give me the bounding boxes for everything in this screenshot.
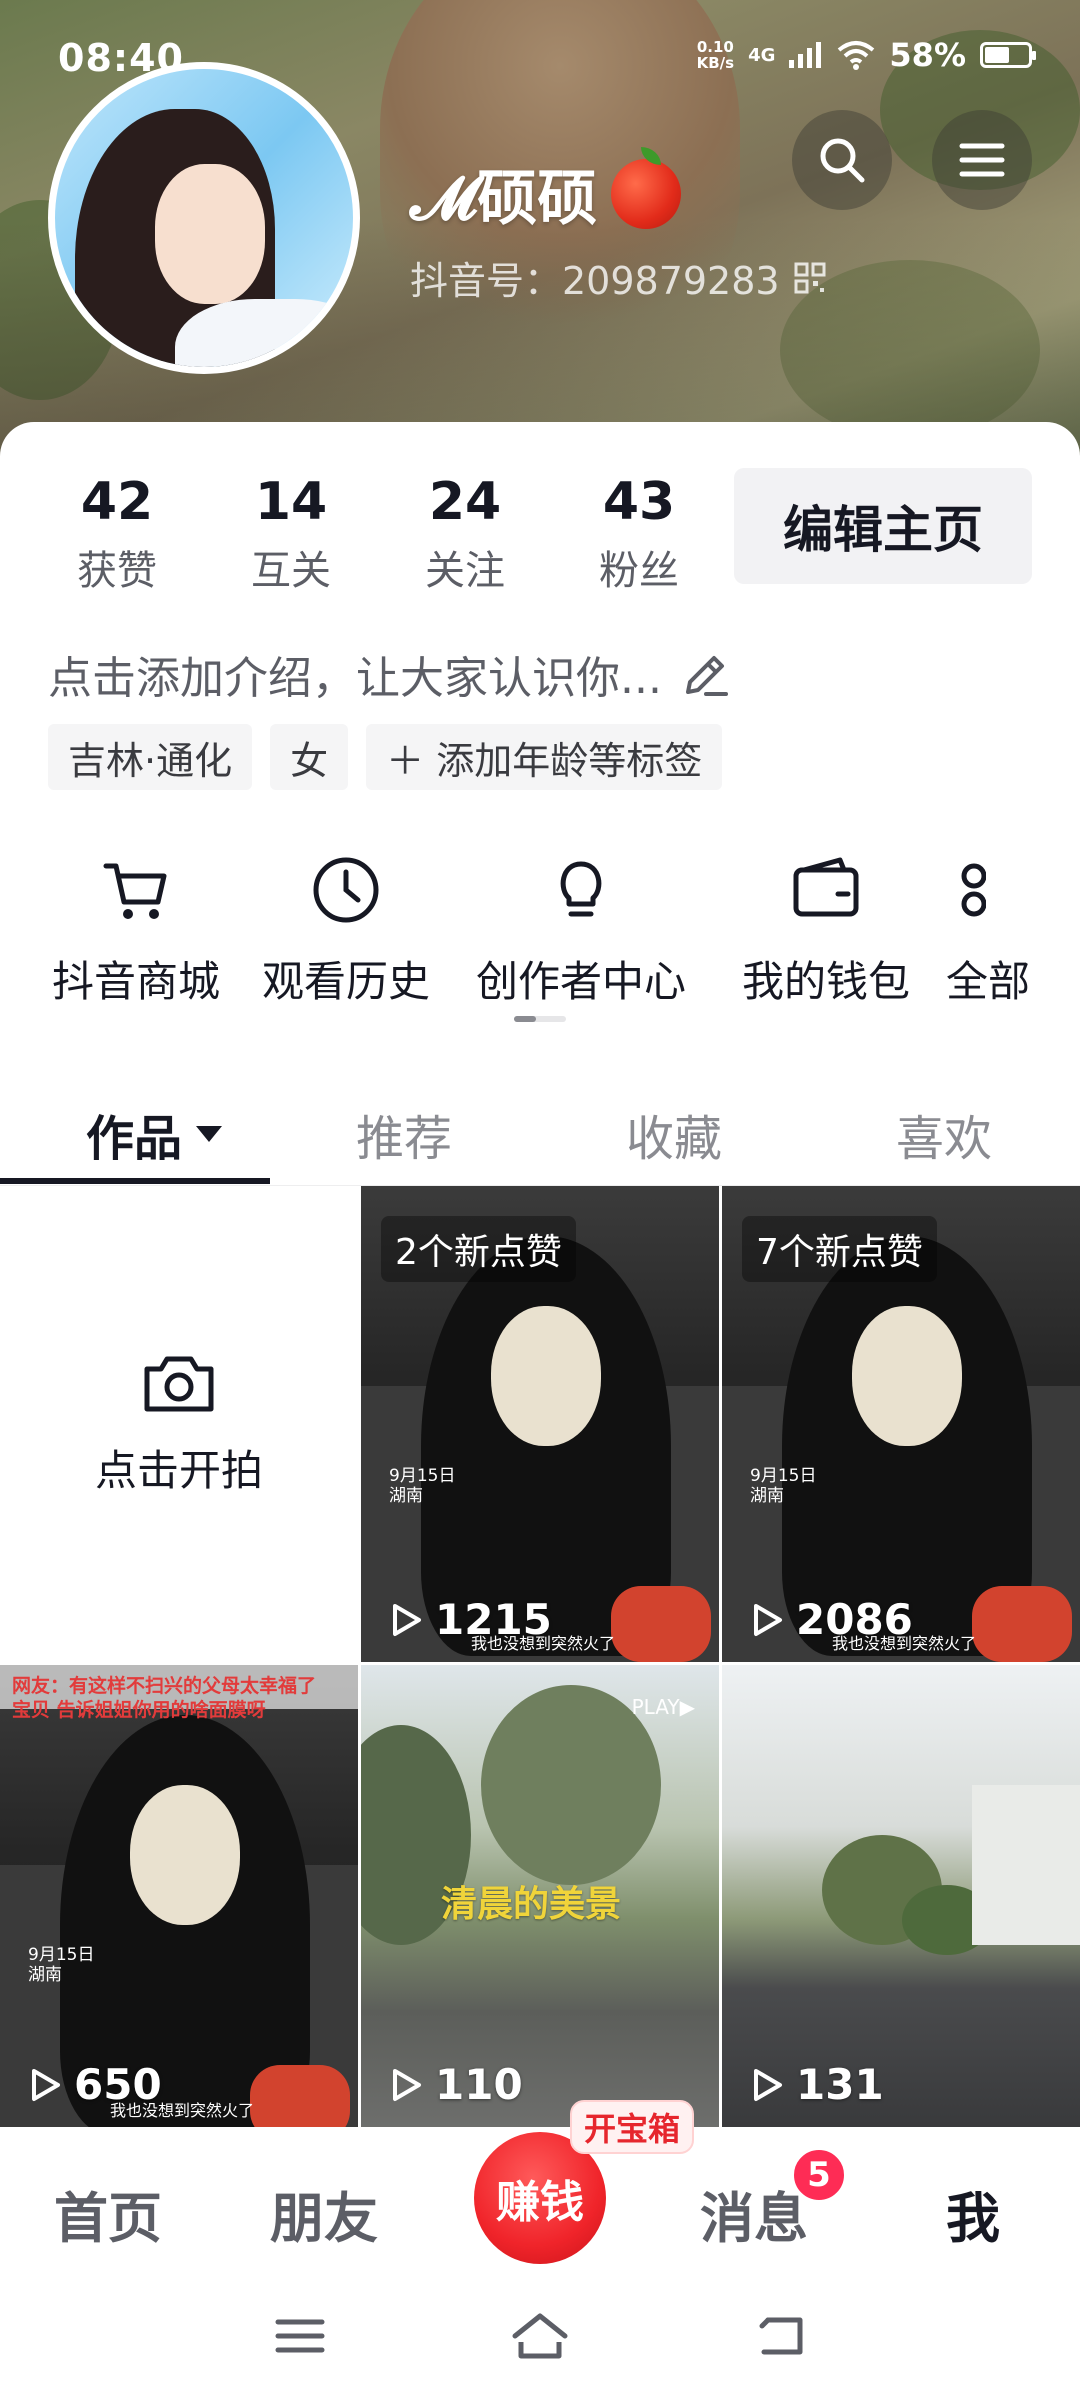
shoot-button[interactable]: 点击开拍 [0, 1186, 358, 1662]
douyin-id[interactable]: 抖音号：209879283 [410, 250, 826, 305]
play-count: 110 [385, 2060, 523, 2109]
tab-likes[interactable]: 喜欢 [896, 1082, 992, 1186]
edit-pencil-icon[interactable] [680, 648, 732, 700]
more-icon [961, 863, 986, 917]
recent-apps-button[interactable] [270, 2306, 330, 2366]
home-icon [512, 2313, 568, 2359]
stat-mutual[interactable]: 14 互关 [204, 472, 378, 596]
play-count: 1215 [385, 1595, 552, 1644]
recent-apps-icon [275, 2319, 325, 2353]
tag-location[interactable]: 吉林·通化 [48, 724, 253, 790]
back-button[interactable] [750, 2306, 810, 2366]
play-count: 131 [746, 2060, 884, 2109]
caret-down-icon [196, 1126, 223, 1142]
camera-icon [144, 1356, 214, 1411]
battery-icon [980, 42, 1036, 68]
wallet-icon [793, 857, 859, 917]
tag-gender[interactable]: 女 [270, 724, 349, 790]
play-count: 2086 [746, 1595, 913, 1644]
video-thumbnail[interactable]: PLAY▶ 清晨的美景 110 [361, 1665, 719, 2127]
menu-button[interactable] [932, 110, 1032, 210]
new-likes-badge: 7个新点赞 [742, 1216, 937, 1282]
video-thumbnail[interactable]: 9月15日 湖南 我也没想到突然火了 7个新点赞 2086 [722, 1186, 1080, 1662]
add-tags-button[interactable]: ＋ 添加年龄等标签 [366, 724, 723, 790]
bottom-nav: 首页 朋友 赚钱 开宝箱 消息 5 我 [0, 2100, 1080, 2278]
messages-badge: 5 [790, 2146, 848, 2204]
video-caption: 宝贝 告诉姐姐你用的啥面膜呀 [12, 1699, 266, 1721]
signal-icon [789, 42, 822, 68]
stat-likes[interactable]: 42 获赞 [30, 472, 204, 596]
tool-mall[interactable]: 抖音商城 [36, 850, 236, 1009]
tab-works[interactable]: 作品 [86, 1082, 226, 1186]
active-tab-indicator [0, 1178, 270, 1184]
tool-all[interactable]: 全部 [946, 850, 1066, 1009]
tool-wallet[interactable]: 我的钱包 [706, 850, 946, 1009]
stat-followers[interactable]: 43 粉丝 [552, 472, 726, 596]
lightbulb-icon [560, 861, 602, 917]
profile-stats: 42 获赞 14 互关 24 关注 43 粉丝 [30, 472, 726, 596]
play-watermark: PLAY▶ [631, 1695, 695, 1719]
search-button[interactable] [792, 110, 892, 210]
bio-placeholder: 点击添加介绍，让大家认识你... [48, 653, 662, 704]
tool-history[interactable]: 观看历史 [236, 850, 456, 1009]
play-icon [393, 2068, 421, 2101]
play-count: 650 [24, 2060, 162, 2109]
apple-emoji-icon [611, 146, 682, 229]
search-icon [820, 138, 865, 183]
video-thumbnail[interactable]: 9月15日 湖南 我也没想到突然火了 2个新点赞 1215 [361, 1186, 719, 1662]
tool-creator-center[interactable]: 创作者中心 [456, 850, 706, 1009]
video-date-caption: 9月15日 湖南 [28, 1945, 95, 1985]
new-likes-badge: 2个新点赞 [381, 1216, 576, 1282]
profile-nickname: 𝓜硕硕 [410, 146, 682, 237]
video-date-caption: 9月15日 湖南 [389, 1466, 456, 1506]
clock-icon [313, 857, 379, 923]
profile-tags: 吉林·通化 女 ＋ 添加年龄等标签 [48, 724, 723, 790]
nav-friends[interactable]: 朋友 [270, 2174, 378, 2253]
tab-recommend[interactable]: 推荐 [356, 1082, 452, 1186]
play-icon [32, 2068, 60, 2101]
stat-following[interactable]: 24 关注 [378, 472, 552, 596]
play-icon [754, 1603, 782, 1636]
network-type: 4G [748, 44, 776, 66]
system-nav-bar [0, 2278, 1080, 2400]
video-title: 清晨的美景 [441, 1884, 622, 1925]
net-speed: 0.10 KB/s [696, 38, 735, 72]
video-caption: 网友：有这样不扫兴的父母太幸福了 [12, 1675, 317, 1697]
shoot-label: 点击开拍 [94, 1445, 263, 1495]
bio-field[interactable]: 点击添加介绍，让大家认识你... [48, 642, 732, 706]
battery-percent: 58% [889, 36, 966, 74]
video-thumbnail[interactable]: 131 [722, 1665, 1080, 2127]
tool-shortcuts: 抖音商城 观看历史 创作者中心 我的钱包 全部 [36, 850, 1066, 1009]
play-icon [754, 2068, 782, 2101]
play-icon [393, 1603, 421, 1636]
tools-page-indicator [514, 1016, 566, 1022]
home-button[interactable] [510, 2306, 570, 2366]
treasure-box-label[interactable]: 开宝箱 [570, 2100, 695, 2154]
back-icon [759, 2317, 803, 2355]
cart-icon [103, 863, 167, 919]
video-thumbnail[interactable]: 网友：有这样不扫兴的父母太幸福了 宝贝 告诉姐姐你用的啥面膜呀 9月15日 湖南 … [0, 1665, 358, 2127]
video-date-caption: 9月15日 湖南 [750, 1466, 817, 1506]
nav-home[interactable]: 首页 [54, 2174, 162, 2253]
nav-me[interactable]: 我 [946, 2174, 1000, 2253]
wifi-icon [838, 41, 875, 70]
edit-profile-button[interactable]: 编辑主页 [734, 468, 1032, 584]
tab-favorites[interactable]: 收藏 [626, 1082, 722, 1186]
avatar[interactable] [48, 62, 360, 374]
menu-icon [959, 143, 1005, 177]
qr-code-icon[interactable] [794, 262, 826, 294]
content-tabs: 作品 推荐 收藏 喜欢 [0, 1082, 1080, 1186]
